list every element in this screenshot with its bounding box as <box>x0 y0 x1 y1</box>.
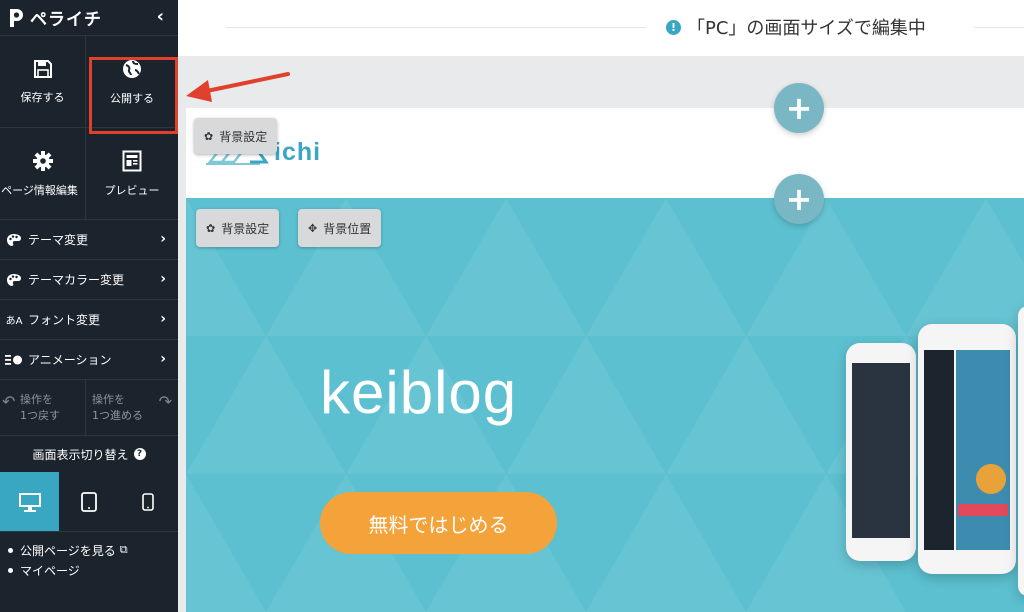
bullet <box>8 567 13 573</box>
view-tablet-button[interactable] <box>59 472 118 531</box>
bullet <box>8 547 13 553</box>
menu-font-change[interactable]: あA フォント変更 › <box>0 300 178 340</box>
link-label: 公開ページを見る <box>20 543 116 558</box>
bg-settings-button-hero[interactable]: ✿ 背景設定 <box>196 209 280 247</box>
palette-icon <box>4 233 24 247</box>
menu-label: アニメーション <box>28 353 112 367</box>
bg-settings-button-header[interactable]: ✿ 背景設定 <box>194 118 278 154</box>
bg-position-button[interactable]: ✥ 背景位置 <box>298 209 382 247</box>
screen-size-notice: ! 「PC」の画面サイズで編集中 <box>666 14 926 40</box>
peraichi-logo-icon <box>6 7 26 29</box>
view-switch-label: 画面表示切り替え <box>32 447 129 462</box>
gear-icon: ✿ <box>204 129 214 143</box>
save-button[interactable]: 保存する <box>0 36 86 128</box>
add-section-button[interactable]: + <box>774 83 824 133</box>
menu-theme-color-change[interactable]: テーマカラー変更 › <box>0 260 178 300</box>
page-info-edit-label: ページ情報編集 <box>1 183 78 197</box>
floppy-disk-icon <box>33 59 52 78</box>
info-icon: ! <box>666 19 681 35</box>
desktop-icon <box>18 492 41 512</box>
help-icon[interactable]: ? <box>133 448 146 460</box>
menu-label: フォント変更 <box>28 313 101 327</box>
tablet-icon <box>80 491 97 512</box>
divider <box>226 27 646 28</box>
sidebar-action-grid: 保存する 公開する ページ情報編集 プレビュー <box>0 36 178 220</box>
chevron-right-icon: › <box>160 351 166 367</box>
chevron-left-icon[interactable]: ‹ <box>157 6 164 27</box>
font-icon: あA <box>5 316 23 327</box>
sidebar: ペライチ ‹ 保存する 公開する ページ情報編集 プレビュー テーマ変更 › テ… <box>0 0 178 612</box>
preview-button[interactable]: プレビュー <box>86 128 178 220</box>
view-mobile-button[interactable] <box>118 472 178 531</box>
brand-name: ペライチ <box>30 10 102 30</box>
redo-arrow-icon: ↷ <box>158 392 172 411</box>
brand-logo[interactable]: ペライチ <box>6 5 102 30</box>
bg-position-label: 背景位置 <box>323 221 372 236</box>
move-arrows-icon: ✥ <box>308 221 318 235</box>
gear-icon <box>32 150 53 171</box>
phone-mockup-edge <box>1018 306 1024 596</box>
animation-icon <box>4 354 24 366</box>
menu-animation[interactable]: アニメーション › <box>0 340 178 380</box>
site-logo-text: ichi <box>274 137 322 166</box>
view-public-page-link[interactable]: 公開ページを見る ⧉ <box>8 540 178 560</box>
publish-button[interactable]: 公開する <box>86 36 178 128</box>
sidebar-links: 公開ページを見る ⧉ マイページ <box>0 532 178 580</box>
hero-title[interactable]: keiblog <box>320 358 517 427</box>
external-link-icon: ⧉ <box>119 543 128 556</box>
link-label: マイページ <box>20 563 80 578</box>
undo-arrow-icon: ↶ <box>2 392 16 411</box>
hero-section[interactable]: keiblog 無料ではじめる <box>186 198 1024 612</box>
redo-label-line2: 1つ進める <box>92 408 143 422</box>
globe-icon <box>123 59 141 78</box>
chevron-right-icon: › <box>160 231 166 247</box>
notice-text: 「PC」の画面サイズで編集中 <box>687 18 926 39</box>
view-desktop-button[interactable] <box>0 472 59 531</box>
undo-label-line2: 1つ戻す <box>20 408 60 422</box>
document-icon <box>122 150 142 171</box>
mobile-icon <box>142 492 154 511</box>
preview-label: プレビュー <box>104 183 160 197</box>
palette-icon <box>4 273 24 287</box>
menu-label: テーマカラー変更 <box>28 273 125 287</box>
editor-topbar: ! 「PC」の画面サイズで編集中 <box>178 0 1024 56</box>
bg-settings-label: 背景設定 <box>219 129 268 144</box>
chevron-right-icon: › <box>160 311 166 327</box>
undo-button[interactable]: ↶ 操作を 1つ戻す <box>0 380 86 435</box>
undo-label-line1: 操作を <box>20 392 53 406</box>
redo-button[interactable]: 操作を 1つ進める ↷ <box>86 380 178 435</box>
publish-label: 公開する <box>110 91 154 105</box>
signup-cta-button[interactable]: 無料ではじめる <box>320 492 557 554</box>
header-section[interactable]: ichi <box>186 108 1024 198</box>
red-arrow-annotation-icon <box>186 72 290 102</box>
redo-label-line1: 操作を <box>92 392 125 406</box>
history-controls: ↶ 操作を 1つ戻す 操作を 1つ進める ↷ <box>0 380 178 436</box>
menu-label: テーマ変更 <box>28 233 89 247</box>
sidebar-header: ペライチ ‹ <box>0 0 178 36</box>
chevron-right-icon: › <box>160 271 166 287</box>
menu-theme-change[interactable]: テーマ変更 › <box>0 220 178 260</box>
editor-main: ! 「PC」の画面サイズで編集中 ichi keiblog 無料ではじめる ✿ … <box>178 0 1024 612</box>
view-switch-title: 画面表示切り替え ? <box>0 436 178 472</box>
mypage-link[interactable]: マイページ <box>8 560 178 580</box>
save-label: 保存する <box>20 90 65 104</box>
page-info-edit-button[interactable]: ページ情報編集 <box>0 128 86 220</box>
bg-settings-label: 背景設定 <box>221 221 270 236</box>
view-switch <box>0 472 178 532</box>
phone-mockup-front <box>918 324 1016 574</box>
gear-icon: ✿ <box>206 221 216 235</box>
phone-mockup-back <box>846 343 916 561</box>
divider <box>974 27 1024 28</box>
add-section-button[interactable]: + <box>774 174 824 224</box>
